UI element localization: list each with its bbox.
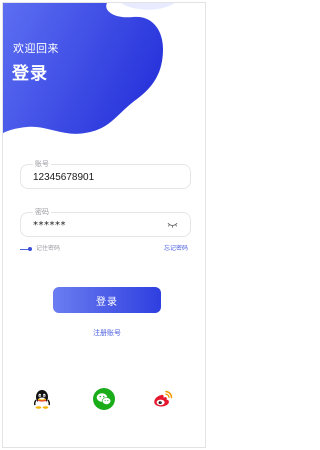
welcome-text: 欢迎回来 <box>13 42 59 55</box>
remember-switch[interactable] <box>20 246 32 252</box>
remember-password-toggle[interactable]: 记住密码 <box>20 244 60 254</box>
switch-knob <box>28 247 32 251</box>
qq-icon[interactable] <box>31 388 53 410</box>
eye-closed-icon[interactable] <box>167 221 178 229</box>
account-field-label: 账号 <box>33 159 51 169</box>
remember-password-label: 记住密码 <box>36 245 61 252</box>
account-input[interactable]: 12345678901 <box>33 171 94 184</box>
wechat-icon[interactable] <box>93 388 115 410</box>
weibo-icon[interactable] <box>152 388 174 410</box>
login-button[interactable]: 登录 <box>53 287 161 313</box>
login-screen: 欢迎回来 登录 账号 12345678901 密码 ****** 记住密码 忘记… <box>2 2 206 448</box>
page-title: 登录 <box>12 64 48 84</box>
password-field-label: 密码 <box>33 207 51 217</box>
password-input[interactable]: ****** <box>33 219 66 232</box>
account-field[interactable]: 账号 12345678901 <box>20 159 191 189</box>
forgot-password-link[interactable]: 忘记密码 <box>164 244 188 254</box>
password-field[interactable]: 密码 ****** <box>20 207 191 237</box>
register-link[interactable]: 注册账号 <box>3 328 205 338</box>
